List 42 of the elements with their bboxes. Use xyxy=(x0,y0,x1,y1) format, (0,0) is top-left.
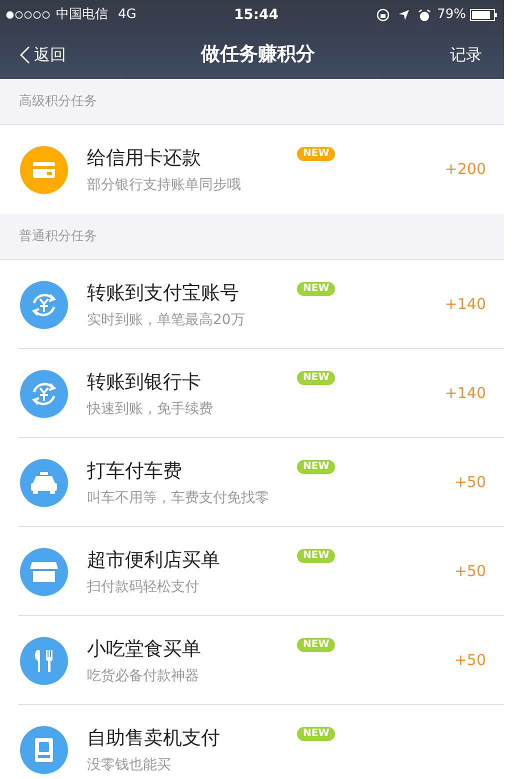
signal-icon xyxy=(6,11,50,19)
new-badge: NEW xyxy=(297,460,336,474)
task-subtitle: 部分银行支持账单同步哦 xyxy=(87,176,242,194)
task-title: 小吃堂食买单 xyxy=(87,636,202,662)
task-subtitle: 没零钱也能买 xyxy=(87,756,172,774)
task-title: 打车付车费 xyxy=(87,458,183,484)
network-type: 4G xyxy=(118,6,136,24)
battery-icon xyxy=(470,9,498,21)
lock-rotation-icon xyxy=(376,8,390,22)
points-value: +200 xyxy=(444,159,486,180)
task-subtitle: 快速到账，免手续费 xyxy=(87,400,214,418)
new-badge: NEW xyxy=(297,147,336,161)
task-subtitle: 吃货必备付款神器 xyxy=(87,666,200,686)
page-title: 做任务赚积分 xyxy=(201,42,315,68)
points-value: +50 xyxy=(454,472,486,494)
task-subtitle: 实时到账，单笔最高20万 xyxy=(87,310,246,330)
back-button[interactable]: 返回 xyxy=(20,42,66,66)
records-button[interactable]: 记录 xyxy=(450,42,482,66)
new-badge: NEW xyxy=(297,282,336,296)
task-title: 超市便利店买单 xyxy=(87,548,221,572)
carrier-name: 中国电信 xyxy=(56,6,108,24)
new-badge: NEW xyxy=(297,371,336,385)
location-icon xyxy=(398,9,410,21)
new-badge: NEW xyxy=(297,549,336,563)
battery-percent: 79% xyxy=(437,6,466,24)
task-title: 转账到支付宝账号 xyxy=(87,280,240,306)
points-value: +50 xyxy=(454,650,486,672)
chevron-left-icon xyxy=(20,46,30,64)
new-badge: NEW xyxy=(297,638,336,652)
task-subtitle: 叫车不用等，车费支付免找零 xyxy=(87,488,270,508)
new-badge: NEW xyxy=(297,727,336,741)
section-header: 普通积分任务 xyxy=(19,228,97,246)
alarm-icon xyxy=(418,8,432,22)
task-subtitle: 扫付款码轻松支付 xyxy=(87,578,200,596)
points-value: +50 xyxy=(454,561,486,582)
task-title: 给信用卡还款 xyxy=(87,146,202,170)
status-time: 15:44 xyxy=(234,6,279,24)
points-value: +140 xyxy=(444,383,486,404)
task-title: 自助售卖机支付 xyxy=(87,726,221,750)
task-title: 转账到银行卡 xyxy=(87,370,202,394)
section-header: 高级积分任务 xyxy=(19,92,97,111)
points-value: +140 xyxy=(444,294,486,316)
